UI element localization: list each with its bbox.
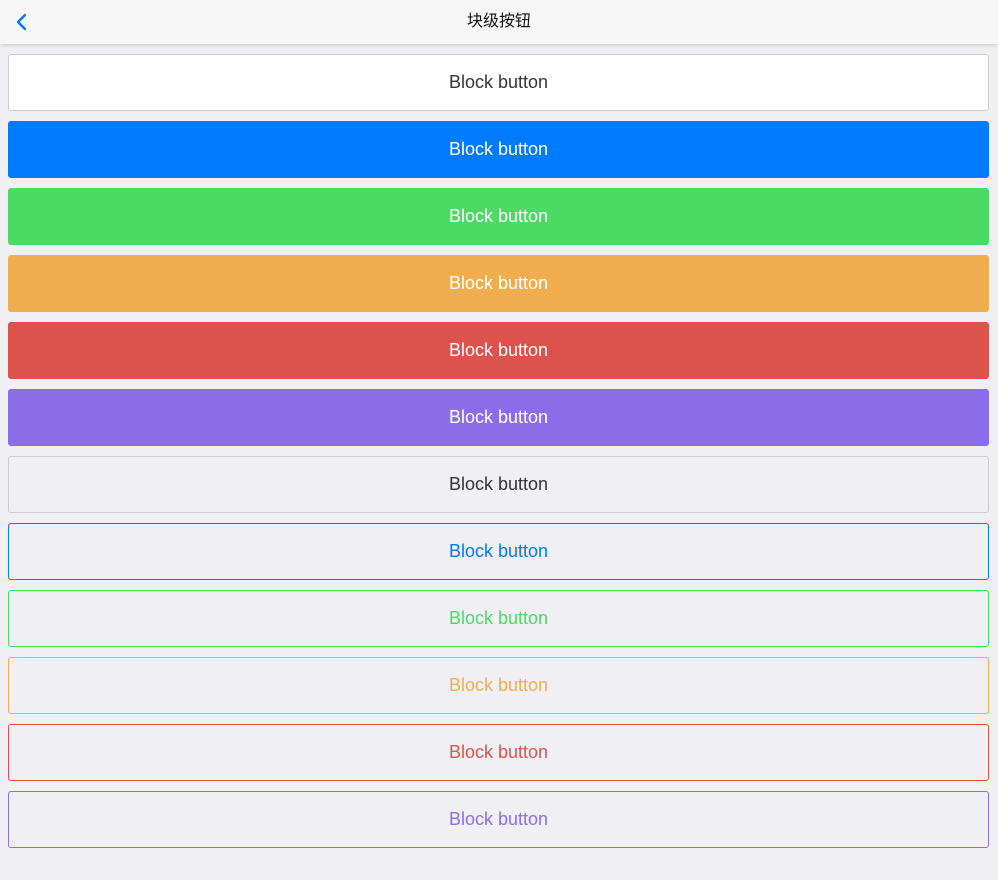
block-button-success-outlined[interactable]: Block button xyxy=(8,590,989,647)
block-button-default-outlined[interactable]: Block button xyxy=(8,456,989,513)
block-button-royal[interactable]: Block button xyxy=(8,389,989,446)
block-button-warning[interactable]: Block button xyxy=(8,255,989,312)
block-button-royal-outlined[interactable]: Block button xyxy=(8,791,989,848)
navigation-bar: 块级按钮 xyxy=(0,0,998,44)
block-button-default[interactable]: Block button xyxy=(8,54,989,111)
block-button-primary-outlined[interactable]: Block button xyxy=(8,523,989,580)
page-title: 块级按钮 xyxy=(466,11,531,30)
block-button-warning-outlined[interactable]: Block button xyxy=(8,657,989,714)
block-button-primary[interactable]: Block button xyxy=(8,121,989,178)
button-list: Block button Block button Block button B… xyxy=(8,54,989,858)
block-button-danger[interactable]: Block button xyxy=(8,322,989,379)
block-button-success[interactable]: Block button xyxy=(8,188,989,245)
block-button-danger-outlined[interactable]: Block button xyxy=(8,724,989,781)
